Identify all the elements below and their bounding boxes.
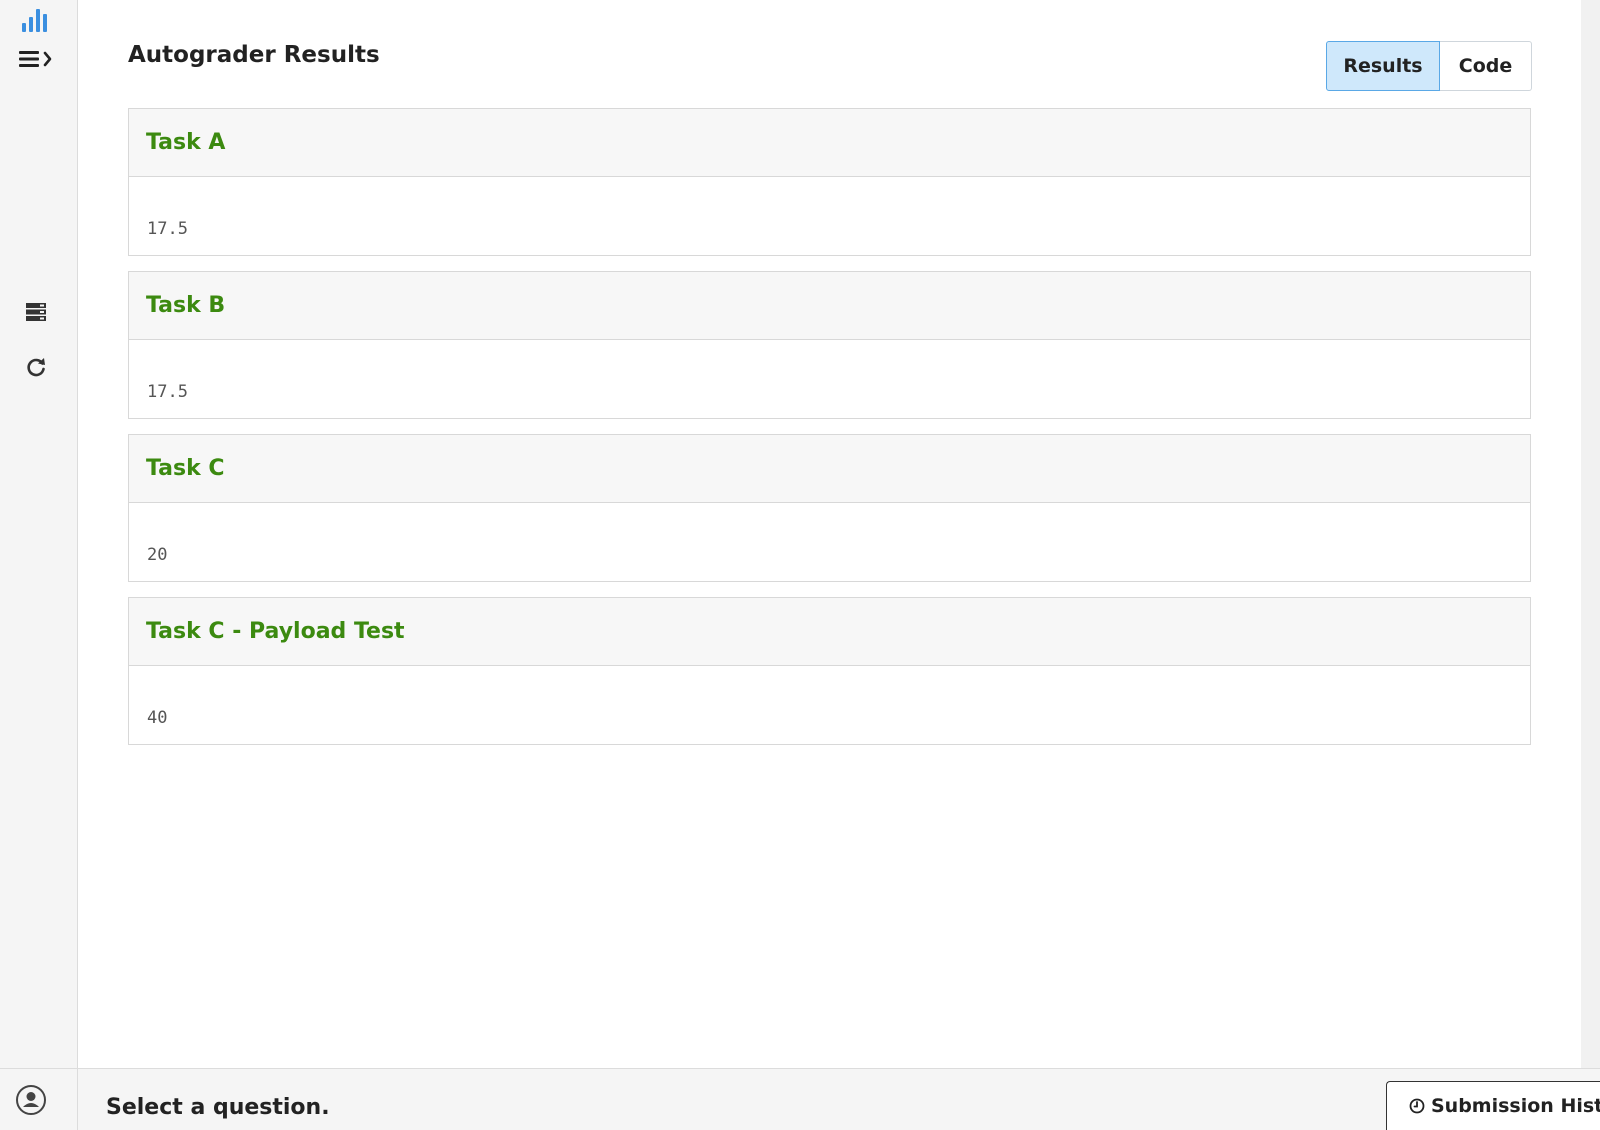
test-score: 17.5 <box>147 219 188 239</box>
test-body: 17.5 <box>129 177 1530 239</box>
test-body: 40 <box>129 666 1530 728</box>
test-result-task-a: Task A 17.5 <box>128 108 1531 256</box>
results-tab-button[interactable]: Results <box>1326 41 1440 91</box>
test-header: Task C <box>129 435 1530 503</box>
test-name: Task A <box>146 130 226 155</box>
refresh-icon[interactable] <box>22 354 50 380</box>
submission-history-label: Submission History <box>1431 1095 1600 1117</box>
test-name: Task C <box>146 456 225 481</box>
view-toggle: Results Code <box>1326 41 1532 91</box>
footer-bar: Select a question. Submission History <box>0 1068 1600 1130</box>
footer-divider <box>77 1069 78 1130</box>
main-content: Autograder Results Results Code Task A 1… <box>78 0 1581 1068</box>
test-result-task-b: Task B 17.5 <box>128 271 1531 419</box>
page-title: Autograder Results <box>128 42 380 68</box>
test-body: 20 <box>129 503 1530 565</box>
test-score: 17.5 <box>147 382 188 402</box>
sidebar <box>0 0 78 1068</box>
test-body: 17.5 <box>129 340 1530 402</box>
test-header: Task C - Payload Test <box>129 598 1530 666</box>
test-result-task-c: Task C 20 <box>128 434 1531 582</box>
test-score: 40 <box>147 708 168 728</box>
select-question-message: Select a question. <box>106 1095 330 1120</box>
test-name: Task C - Payload Test <box>146 619 405 644</box>
test-score: 20 <box>147 545 168 565</box>
scrollbar-track[interactable] <box>1581 0 1600 1068</box>
test-result-task-c-payload: Task C - Payload Test 40 <box>128 597 1531 745</box>
server-icon[interactable] <box>22 300 50 324</box>
test-header: Task B <box>129 272 1530 340</box>
menu-expand-icon[interactable] <box>18 46 56 72</box>
submission-history-button[interactable]: Submission History <box>1386 1081 1600 1130</box>
user-avatar-icon[interactable] <box>14 1083 48 1117</box>
code-tab-button[interactable]: Code <box>1440 41 1532 91</box>
test-header: Task A <box>129 109 1530 177</box>
clock-icon <box>1409 1098 1425 1114</box>
test-results-list: Task A 17.5 Task B 17.5 Task C 20 Task C… <box>128 108 1531 760</box>
test-name: Task B <box>146 293 226 318</box>
bar-chart-icon[interactable] <box>18 6 50 34</box>
